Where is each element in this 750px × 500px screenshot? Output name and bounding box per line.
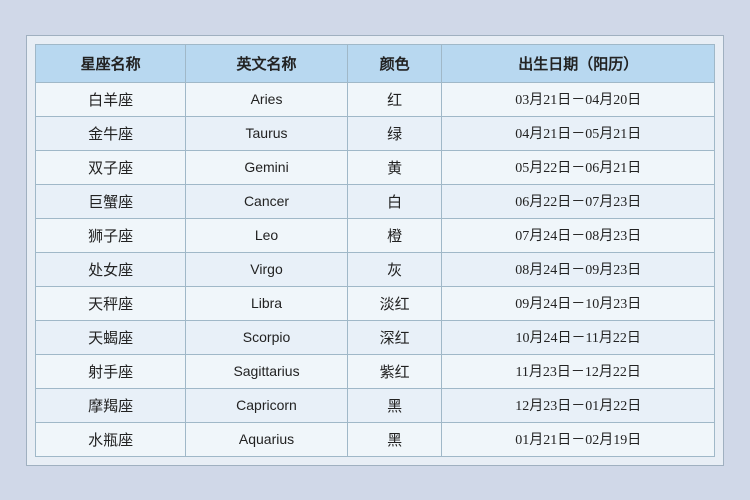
- cell-english-name: Taurus: [186, 116, 348, 150]
- zodiac-table: 星座名称 英文名称 颜色 出生日期（阳历） 白羊座Aries红03月21日－04…: [35, 44, 715, 457]
- table-row: 摩羯座Capricorn黑12月23日－01月22日: [36, 388, 715, 422]
- cell-color: 白: [347, 184, 442, 218]
- cell-dates: 03月21日－04月20日: [442, 82, 715, 116]
- cell-chinese-name: 天秤座: [36, 286, 186, 320]
- cell-english-name: Leo: [186, 218, 348, 252]
- cell-color: 紫红: [347, 354, 442, 388]
- cell-english-name: Aries: [186, 82, 348, 116]
- cell-chinese-name: 狮子座: [36, 218, 186, 252]
- cell-dates: 01月21日－02月19日: [442, 422, 715, 456]
- table-row: 天秤座Libra淡红09月24日－10月23日: [36, 286, 715, 320]
- cell-chinese-name: 水瓶座: [36, 422, 186, 456]
- cell-color: 灰: [347, 252, 442, 286]
- cell-color: 橙: [347, 218, 442, 252]
- table-row: 处女座Virgo灰08月24日－09月23日: [36, 252, 715, 286]
- table-row: 金牛座Taurus绿04月21日－05月21日: [36, 116, 715, 150]
- cell-english-name: Capricorn: [186, 388, 348, 422]
- table-row: 天蝎座Scorpio深红10月24日－11月22日: [36, 320, 715, 354]
- cell-dates: 12月23日－01月22日: [442, 388, 715, 422]
- cell-color: 淡红: [347, 286, 442, 320]
- cell-color: 绿: [347, 116, 442, 150]
- col-header-color: 颜色: [347, 44, 442, 82]
- col-header-chinese: 星座名称: [36, 44, 186, 82]
- cell-dates: 07月24日－08月23日: [442, 218, 715, 252]
- table-row: 巨蟹座Cancer白06月22日－07月23日: [36, 184, 715, 218]
- table-header-row: 星座名称 英文名称 颜色 出生日期（阳历）: [36, 44, 715, 82]
- cell-color: 深红: [347, 320, 442, 354]
- cell-english-name: Scorpio: [186, 320, 348, 354]
- cell-chinese-name: 处女座: [36, 252, 186, 286]
- cell-dates: 04月21日－05月21日: [442, 116, 715, 150]
- cell-color: 红: [347, 82, 442, 116]
- table-row: 狮子座Leo橙07月24日－08月23日: [36, 218, 715, 252]
- cell-english-name: Sagittarius: [186, 354, 348, 388]
- zodiac-table-container: 星座名称 英文名称 颜色 出生日期（阳历） 白羊座Aries红03月21日－04…: [26, 35, 724, 466]
- cell-chinese-name: 金牛座: [36, 116, 186, 150]
- cell-english-name: Cancer: [186, 184, 348, 218]
- cell-color: 黑: [347, 422, 442, 456]
- cell-chinese-name: 巨蟹座: [36, 184, 186, 218]
- cell-english-name: Aquarius: [186, 422, 348, 456]
- cell-dates: 10月24日－11月22日: [442, 320, 715, 354]
- cell-color: 黄: [347, 150, 442, 184]
- cell-dates: 09月24日－10月23日: [442, 286, 715, 320]
- table-row: 双子座Gemini黄05月22日－06月21日: [36, 150, 715, 184]
- cell-english-name: Gemini: [186, 150, 348, 184]
- cell-color: 黑: [347, 388, 442, 422]
- cell-chinese-name: 射手座: [36, 354, 186, 388]
- cell-dates: 06月22日－07月23日: [442, 184, 715, 218]
- cell-dates: 08月24日－09月23日: [442, 252, 715, 286]
- table-row: 射手座Sagittarius紫红11月23日－12月22日: [36, 354, 715, 388]
- cell-chinese-name: 摩羯座: [36, 388, 186, 422]
- col-header-dates: 出生日期（阳历）: [442, 44, 715, 82]
- cell-dates: 11月23日－12月22日: [442, 354, 715, 388]
- table-row: 水瓶座Aquarius黑01月21日－02月19日: [36, 422, 715, 456]
- cell-chinese-name: 天蝎座: [36, 320, 186, 354]
- cell-english-name: Libra: [186, 286, 348, 320]
- cell-dates: 05月22日－06月21日: [442, 150, 715, 184]
- cell-chinese-name: 双子座: [36, 150, 186, 184]
- col-header-english: 英文名称: [186, 44, 348, 82]
- table-row: 白羊座Aries红03月21日－04月20日: [36, 82, 715, 116]
- cell-english-name: Virgo: [186, 252, 348, 286]
- cell-chinese-name: 白羊座: [36, 82, 186, 116]
